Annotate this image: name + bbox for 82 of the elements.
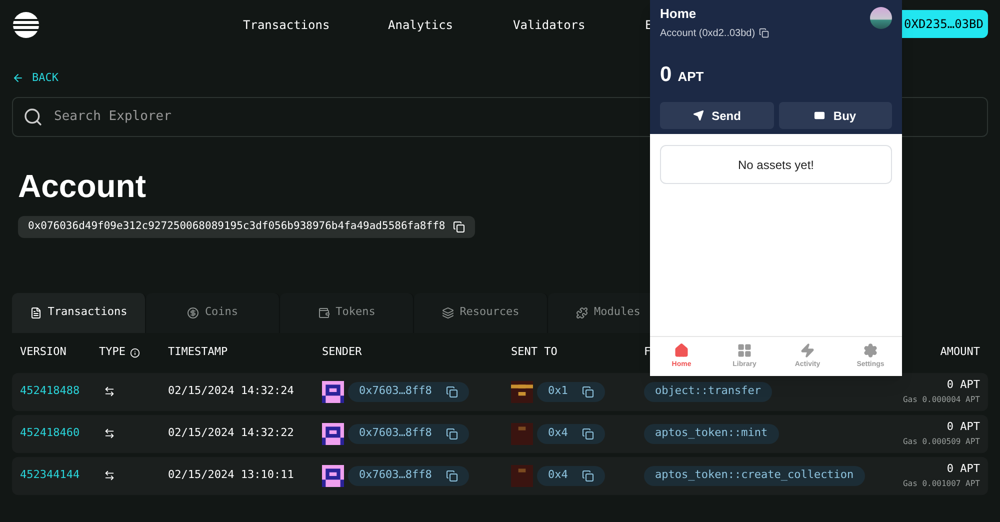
tab[interactable]: Transactions (12, 292, 146, 332)
copy-icon (582, 386, 594, 398)
grid-icon (737, 342, 752, 358)
address-chip[interactable]: 0x4 (537, 466, 605, 486)
info-icon[interactable] (130, 348, 140, 358)
nav-link[interactable]: Validators (513, 18, 586, 32)
address-chip[interactable]: 0x4 (537, 424, 605, 444)
timestamp: 02/15/2024 13:10:11 (168, 467, 295, 484)
logo-icon[interactable] (12, 11, 40, 39)
card-icon (814, 110, 826, 121)
avatar-icon (511, 464, 533, 486)
document-icon (30, 306, 42, 318)
page-title: Account (18, 170, 147, 202)
copy-icon (446, 386, 458, 398)
version-link[interactable]: 452418488 (20, 383, 99, 400)
bolt-icon (800, 342, 815, 358)
version-link[interactable]: 452418460 (20, 425, 99, 442)
back-arrow-icon (12, 72, 24, 84)
avatar-icon (322, 464, 344, 486)
puzzle-icon (576, 306, 588, 318)
address-chip[interactable]: 0x7603…8ff8 (348, 466, 469, 486)
action-button[interactable]: Send (660, 102, 774, 129)
column-header: VERSION (20, 344, 66, 360)
account-avatar-icon[interactable] (870, 7, 892, 29)
amount: 0 APT (946, 461, 980, 478)
action-button[interactable]: Buy (778, 102, 892, 129)
address-chip[interactable]: 0x7603…8ff8 (348, 424, 469, 444)
amount: 0 APT (946, 419, 980, 436)
column-header: TIMESTAMP (168, 344, 228, 360)
table-row[interactable]: 452344144 02/15/2024 13:10:11 0x7603…8ff8 0x4 aptos_token::create_collection 0 APT Gas 0.001007 APT (12, 456, 988, 494)
wallet-button[interactable]: 0XD235…03BD (902, 10, 988, 38)
back-link[interactable]: BACK (12, 70, 58, 86)
copy-icon[interactable] (759, 28, 770, 38)
table-row[interactable]: 452418488 02/15/2024 14:32:24 0x7603…8ff8 0x1 object::transfer 0 APT Gas 0.000004 APT (12, 372, 988, 410)
balance-unit: APT (678, 68, 704, 86)
address-chip[interactable]: 0x7603…8ff8 (348, 382, 469, 402)
address-chip[interactable]: 0x1 (537, 382, 605, 402)
version-link[interactable]: 452344144 (20, 467, 99, 484)
stack-icon (442, 306, 454, 318)
tab[interactable]: Resources (414, 292, 548, 332)
function-chip[interactable]: aptos_token::create_collection (644, 466, 865, 486)
search-icon (23, 106, 43, 126)
column-header: AMOUNT (940, 344, 980, 360)
timestamp: 02/15/2024 14:32:24 (168, 383, 295, 400)
copy-icon (582, 470, 594, 482)
balance-amount: 0 (660, 62, 672, 88)
nav-link[interactable]: Analytics (388, 18, 454, 32)
copy-icon[interactable] (453, 220, 466, 232)
column-header: SENT TO (511, 344, 558, 360)
wallet-icon (318, 306, 330, 318)
transfer-icon (104, 470, 115, 481)
gas-fee: Gas 0.000509 APT (902, 436, 980, 448)
settings-icon (863, 342, 878, 358)
home-icon (674, 342, 689, 358)
table-row[interactable]: 452418460 02/15/2024 14:32:22 0x7603…8ff8 0x4 aptos_token::mint 0 APT Gas 0.000509 APT (12, 414, 988, 452)
gas-fee: Gas 0.001007 APT (902, 478, 980, 490)
column-header: F (644, 344, 651, 360)
copy-icon (446, 470, 458, 482)
column-header: SENDER (322, 344, 362, 360)
transfer-icon (104, 386, 115, 397)
avatar-icon (322, 422, 344, 444)
empty-message: No assets yet! (738, 156, 814, 174)
avatar-icon (511, 422, 533, 444)
popup-title: Home (660, 5, 696, 23)
coin-icon (186, 306, 199, 318)
send-icon (692, 110, 704, 121)
avatar-icon (322, 380, 344, 402)
gas-fee: Gas 0.000004 APT (902, 394, 980, 406)
column-header: TYPE (99, 344, 126, 360)
account-label: Account (0xd2..03bd) (660, 26, 756, 40)
account-address: 0x076036d49f09e312c927250068089195c3df056b938976b4fa49ad5586fa8ff8 (28, 218, 446, 234)
copy-icon (582, 428, 594, 440)
amount: 0 APT (946, 377, 980, 394)
transfer-icon (104, 428, 115, 439)
avatar-icon (511, 380, 533, 402)
function-chip[interactable]: aptos_token::mint (644, 424, 779, 444)
function-chip[interactable]: object::transfer (644, 382, 772, 402)
tab[interactable]: Coins (146, 292, 280, 332)
timestamp: 02/15/2024 14:32:22 (168, 425, 295, 442)
nav-link[interactable]: Transactions (243, 18, 330, 32)
tab[interactable]: Tokens (280, 292, 414, 332)
copy-icon (446, 428, 458, 440)
